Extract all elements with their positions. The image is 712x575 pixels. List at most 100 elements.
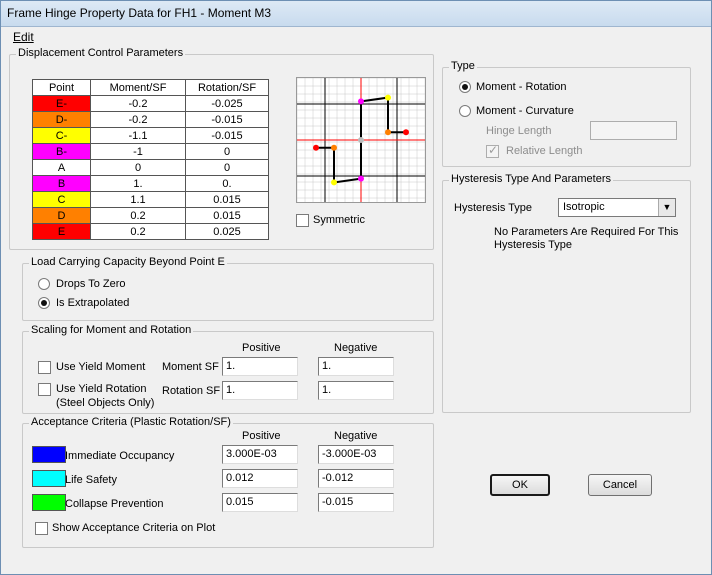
hysteresis-type-select[interactable]: Isotropic ▼ [558,198,676,217]
moment-cell[interactable]: -1.1 [90,127,186,144]
symmetric-checkbox[interactable] [296,214,309,227]
type-title: Type [449,60,477,72]
rotation-cell[interactable]: 0.015 [185,191,269,208]
life-safety-swatch[interactable] [32,470,66,487]
acceptance-criteria-title: Acceptance Criteria (Plastic Rotation/SF… [29,416,233,428]
rotation-cell[interactable]: 0.015 [185,207,269,224]
moment-cell[interactable]: -0.2 [90,111,186,128]
point-cell: C- [32,127,91,144]
point-cell: D [32,207,91,224]
point-cell: B [32,175,91,192]
col-rotation-header: Rotation/SF [185,79,269,96]
hinge-point-marker [403,129,409,136]
moment-sf-positive-input[interactable]: 1. [222,357,298,376]
use-yield-moment-checkbox[interactable] [38,361,51,374]
scaling-negative-header: Negative [334,342,378,354]
col-point-header: Point [32,79,91,96]
rotation-sf-negative-input[interactable]: 1. [318,381,394,400]
moment-cell[interactable]: 0.2 [90,207,186,224]
is-extrapolated-radio[interactable] [38,297,50,309]
life-safety-negative-input[interactable]: -0.012 [318,469,394,488]
collapse-prevention-label: Collapse Prevention [65,498,164,510]
hinge-point-marker [331,144,337,151]
scaling-positive-header: Positive [242,342,281,354]
points-table-row: D 0.2 0.015 [32,207,269,224]
point-cell: A [32,159,91,176]
show-acceptance-on-plot-checkbox[interactable] [35,522,48,535]
scaling-title: Scaling for Moment and Rotation [29,324,194,336]
rotation-cell[interactable]: 0. [185,175,269,192]
points-table-row: A00 [32,159,269,176]
hysteresis-type-label: Hysteresis Type [454,202,533,214]
steel-objects-only-label: (Steel Objects Only) [56,397,155,409]
is-extrapolated-label: Is Extrapolated [56,297,130,309]
drops-to-zero-radio[interactable] [38,278,50,290]
moment-cell[interactable]: 1.1 [90,191,186,208]
points-table-row: E- -0.2 -0.025 [32,95,269,112]
moment-cell[interactable]: 0.2 [90,223,186,240]
use-yield-moment-label: Use Yield Moment [56,361,146,373]
use-yield-rotation-checkbox[interactable] [38,383,51,396]
point-cell: D- [32,111,91,128]
immediate-occupancy-negative-input[interactable]: -3.000E-03 [318,445,394,464]
hysteresis-title: Hysteresis Type And Parameters [449,173,613,185]
hinge-point-marker [313,144,319,151]
life-safety-label: Life Safety [65,474,117,486]
moment-cell[interactable]: -1 [90,143,186,160]
moment-rotation-label: Moment - Rotation [476,81,567,93]
points-table: Point Moment/SF Rotation/SF E- -0.2 -0.025… [32,79,269,240]
moment-curvature-label: Moment - Curvature [476,105,574,117]
points-table-header: Point Moment/SF Rotation/SF [32,79,269,96]
point-cell: B- [32,143,91,160]
hinge-length-field[interactable] [590,121,677,140]
rotation-cell[interactable]: -0.015 [185,127,269,144]
collapse-prevention-negative-input[interactable]: -0.015 [318,493,394,512]
life-safety-positive-input[interactable]: 0.012 [222,469,298,488]
immediate-occupancy-positive-input[interactable]: 3.000E-03 [222,445,298,464]
hinge-curve-svg [296,77,426,202]
hinge-point-marker [385,94,391,101]
moment-cell[interactable]: 0 [90,159,186,176]
points-table-row: E 0.2 0.025 [32,223,269,240]
rotation-cell[interactable]: -0.015 [185,111,269,128]
collapse-prevention-swatch[interactable] [32,494,66,511]
rotation-cell[interactable]: 0 [185,159,269,176]
symmetric-label: Symmetric [313,214,365,226]
points-table-row: D- -0.2 -0.015 [32,111,269,128]
hinge-property-dialog: Frame Hinge Property Data for FH1 - Mome… [0,0,712,575]
hinge-length-label: Hinge Length [486,125,552,137]
rotation-cell[interactable]: 0 [185,143,269,160]
rotation-sf-label: Rotation SF [162,385,221,397]
hysteresis-type-value: Isotropic [563,201,605,213]
relative-length-checkbox[interactable]: ✓ [486,143,499,158]
points-table-row: C 1.1 0.015 [32,191,269,208]
immediate-occupancy-label: Immediate Occupancy [65,450,175,462]
col-moment-header: Moment/SF [90,79,186,96]
window-title: Frame Hinge Property Data for FH1 - Mome… [7,6,272,20]
load-carrying-title: Load Carrying Capacity Beyond Point E [29,256,227,268]
moment-rotation-radio[interactable] [459,81,471,93]
hinge-curve-plot [296,77,426,203]
hinge-point-marker [385,129,391,136]
moment-curvature-radio[interactable] [459,105,471,117]
point-cell: E [32,223,91,240]
rotation-cell[interactable]: -0.025 [185,95,269,112]
moment-sf-negative-input[interactable]: 1. [318,357,394,376]
cancel-button[interactable]: Cancel [588,474,652,496]
moment-cell[interactable]: 1. [90,175,186,192]
hysteresis-note-line1: No Parameters Are Required For This [494,226,679,238]
hinge-point-marker [331,179,337,186]
menu-edit[interactable]: Edit [13,30,34,44]
ok-button[interactable]: OK [490,474,550,496]
chevron-down-icon[interactable]: ▼ [658,199,675,216]
title-bar: Frame Hinge Property Data for FH1 - Mome… [1,1,711,27]
point-cell: E- [32,95,91,112]
rotation-cell[interactable]: 0.025 [185,223,269,240]
collapse-prevention-positive-input[interactable]: 0.015 [222,493,298,512]
moment-cell[interactable]: -0.2 [90,95,186,112]
rotation-sf-positive-input[interactable]: 1. [222,381,298,400]
relative-length-label: Relative Length [506,145,583,157]
menu-bar: Edit [1,28,711,46]
immediate-occupancy-swatch[interactable] [32,446,66,463]
hinge-point-marker [358,175,364,182]
